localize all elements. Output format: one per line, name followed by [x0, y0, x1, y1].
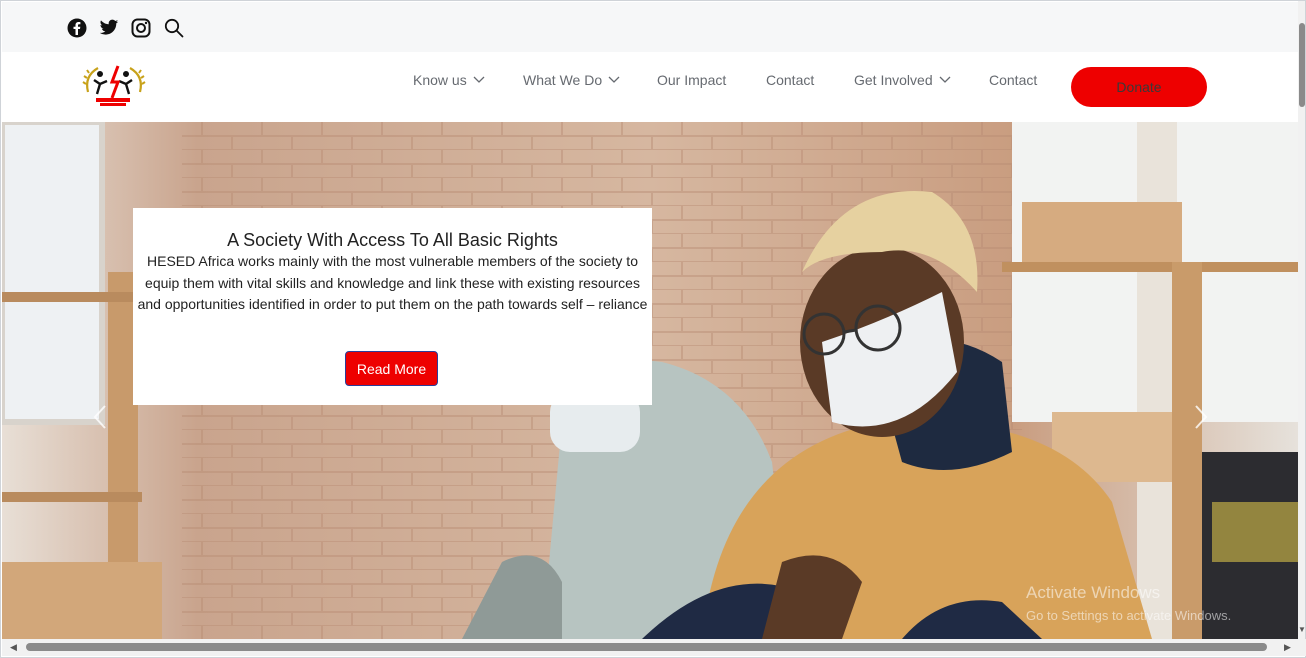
- nav-contact-2-label: Contact: [989, 72, 1038, 88]
- nav-contact-label: Contact: [766, 72, 815, 88]
- scroll-down-arrow-icon[interactable]: ▼: [1298, 625, 1306, 635]
- prev-slide-icon[interactable]: [93, 404, 107, 430]
- chevron-down-icon: [939, 76, 951, 83]
- nav-get-involved-label: Get Involved: [854, 72, 933, 88]
- horizontal-scrollbar[interactable]: ◀ ▶: [2, 639, 1306, 656]
- instagram-icon[interactable]: [130, 17, 152, 39]
- horizontal-scroll-thumb[interactable]: [26, 643, 1267, 651]
- facebook-icon[interactable]: [66, 17, 88, 39]
- social-bar: [2, 2, 1300, 52]
- nav-what-we-do-label: What We Do: [523, 72, 603, 88]
- nav-contact-2[interactable]: Contact: [989, 70, 1037, 90]
- hero-caption-card: A Society With Access To All Basic Right…: [133, 208, 652, 405]
- hero-slider: A Society With Access To All Basic Right…: [2, 122, 1300, 639]
- site-logo[interactable]: [80, 62, 148, 114]
- hero-title: A Society With Access To All Basic Right…: [227, 230, 558, 250]
- scroll-right-arrow-icon[interactable]: ▶: [1284, 642, 1294, 652]
- chevron-down-icon: [608, 76, 620, 83]
- browser-viewport: Know us What We Do Our Impact Contact Ge…: [0, 0, 1306, 658]
- nav-know-us-label: Know us: [413, 72, 467, 88]
- activate-windows-subtitle: Go to Settings to activate Windows.: [1026, 608, 1232, 623]
- search-icon[interactable]: [163, 17, 185, 39]
- donate-button[interactable]: Donate: [1071, 67, 1207, 107]
- next-slide-icon[interactable]: [1194, 404, 1208, 430]
- vertical-scrollbar[interactable]: ▼: [1298, 1, 1306, 639]
- vertical-scroll-thumb[interactable]: [1299, 23, 1305, 107]
- read-more-button[interactable]: Read More: [345, 351, 438, 386]
- nav-know-us[interactable]: Know us: [413, 70, 485, 90]
- hero-description: HESED Africa works mainly with the most …: [137, 253, 648, 312]
- nav-contact[interactable]: Contact: [766, 70, 814, 90]
- chevron-down-icon: [473, 76, 485, 83]
- nav-get-involved[interactable]: Get Involved: [854, 70, 951, 90]
- nav-what-we-do[interactable]: What We Do: [523, 70, 620, 90]
- nav-our-impact[interactable]: Our Impact: [657, 70, 726, 90]
- activate-windows-title: Activate Windows: [1026, 583, 1161, 602]
- twitter-icon[interactable]: [98, 17, 120, 39]
- main-navbar: Know us What We Do Our Impact Contact Ge…: [2, 52, 1300, 122]
- nav-our-impact-label: Our Impact: [657, 72, 727, 88]
- scroll-left-arrow-icon[interactable]: ◀: [10, 642, 20, 652]
